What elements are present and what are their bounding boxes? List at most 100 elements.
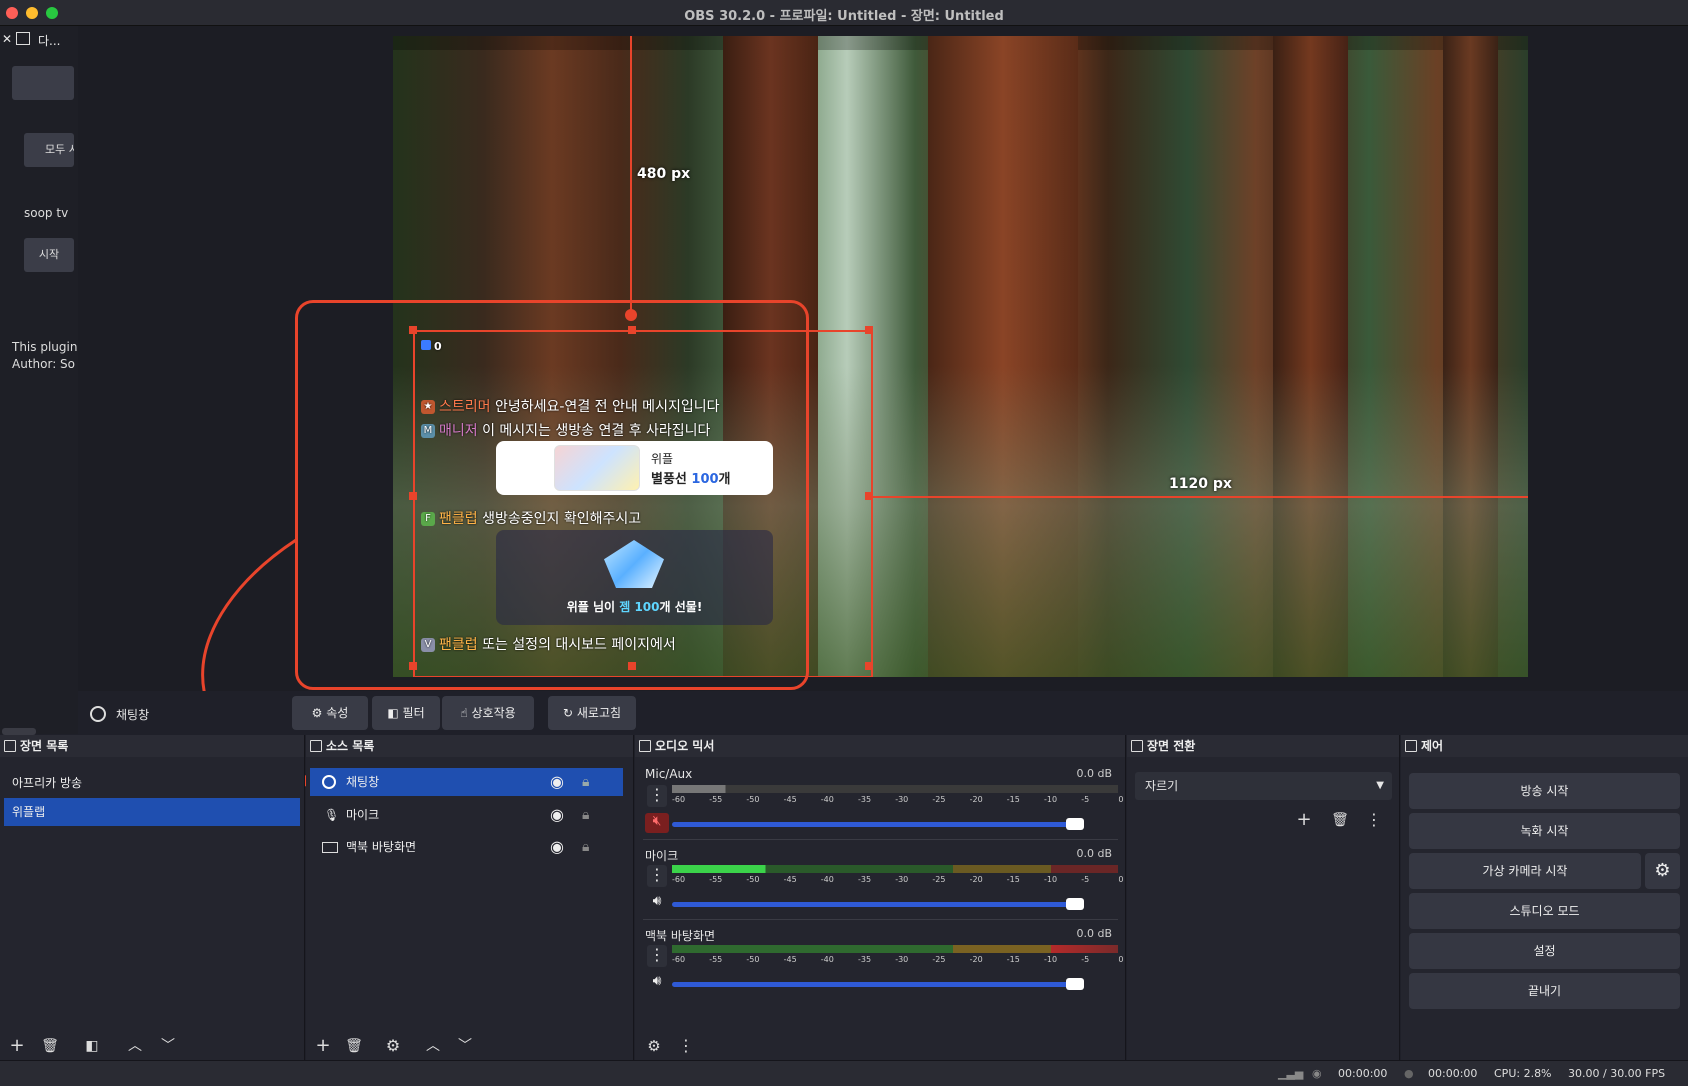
channel-name: 마이크 [645, 849, 679, 863]
channel-menu-icon[interactable]: ⋮ [647, 785, 667, 807]
filters-button[interactable]: ◧ 필터 [372, 696, 440, 730]
record-time: 00:00:00 [1428, 1067, 1478, 1080]
meter-tick-label: -10 [1044, 795, 1058, 804]
properties-button[interactable]: ⚙ 속성 [292, 696, 368, 730]
remove-scene-button[interactable]: 🗑 [37, 1033, 63, 1059]
network-signal-icon: ▁▃▅ [1278, 1067, 1304, 1080]
remove-transition-button[interactable]: 🗑 [1327, 807, 1353, 833]
cpu-usage: CPU: 2.8% [1494, 1067, 1552, 1080]
meter-tick-label: -30 [895, 795, 909, 804]
meter-tick-label: -55 [709, 875, 723, 884]
studio-mode-button[interactable]: 스튜디오 모드 [1409, 893, 1680, 929]
volume-slider-knob[interactable] [1066, 898, 1084, 910]
volume-meter [672, 945, 1118, 953]
add-transition-button[interactable]: + [1291, 807, 1317, 833]
gear-icon: ⚙ [311, 706, 323, 720]
start-recording-button[interactable]: 녹화 시작 [1409, 813, 1680, 849]
meter-tick-label: -45 [783, 795, 797, 804]
volume-slider-knob[interactable] [1066, 818, 1084, 830]
meter-tick-label: -45 [783, 955, 797, 964]
meter-tick-label: -55 [709, 795, 723, 804]
fps-readout: 30.00 / 30.00 FPS [1568, 1067, 1666, 1080]
interact-button[interactable]: ☝ 상호작용 [442, 696, 534, 730]
volume-slider-track[interactable] [672, 822, 1082, 827]
meter-tick-label: -15 [1006, 795, 1020, 804]
channel-db: 0.0 dB [1076, 767, 1112, 780]
channel-db: 0.0 dB [1076, 847, 1112, 860]
meter-tick-label: 0 [1118, 955, 1124, 964]
meter-tick-label: -10 [1044, 955, 1058, 964]
lock-icon[interactable]: 🔒︎ [582, 768, 589, 796]
advanced-audio-gear-icon[interactable]: ⚙ [641, 1033, 667, 1059]
source-properties-button[interactable]: ⚙ [380, 1033, 406, 1059]
stream-status-icon: ◉ [1312, 1067, 1322, 1080]
meter-tick-label: -30 [895, 875, 909, 884]
scene-item[interactable]: 아프리카 방송 [4, 769, 300, 797]
meter-tick-label: -25 [932, 955, 946, 964]
sources-header: 소스 목록 [306, 735, 633, 757]
move-up-button[interactable]: ︿ [122, 1033, 148, 1059]
transition-select[interactable]: 자르기 ▼ [1135, 772, 1392, 800]
channel-divider [643, 919, 1118, 920]
source-item[interactable]: 🎙︎ 마이크 ◉ 🔒︎ [310, 801, 629, 829]
meter-tick-label: -15 [1006, 955, 1020, 964]
move-down-button[interactable]: ﹀ [452, 1033, 478, 1059]
channel-menu-icon[interactable]: ⋮ [647, 865, 667, 887]
settings-button[interactable]: 설정 [1409, 933, 1680, 969]
muted-speaker-icon[interactable]: 🔇︎ [645, 813, 669, 833]
mixer-header: 오디오 믹서 [635, 735, 1125, 757]
move-down-button[interactable]: ﹀ [155, 1033, 181, 1059]
source-item[interactable]: 맥북 바탕화면 ◉ 🔒︎ [310, 833, 629, 861]
mixer-menu-icon[interactable]: ⋮ [673, 1033, 699, 1059]
scene-filters-button[interactable]: ◧ [79, 1033, 105, 1059]
channel-menu-icon[interactable]: ⋮ [647, 945, 667, 967]
controls-header: 제어 [1401, 735, 1688, 757]
virtual-camera-settings-gear-icon[interactable]: ⚙ [1645, 853, 1680, 889]
remove-source-button[interactable]: 🗑 [341, 1033, 367, 1059]
refresh-icon: ↻ [562, 706, 574, 720]
volume-slider-track[interactable] [672, 902, 1082, 907]
source-toolbar: 채팅창 ⚙ 속성 ◧ 필터 ☝ 상호작용 ↻ 새로고침 [78, 691, 1688, 735]
meter-tick-label: -50 [746, 955, 760, 964]
refresh-label: 새로고침 [576, 706, 622, 720]
meter-tick-label: -55 [709, 955, 723, 964]
start-virtual-camera-button[interactable]: 가상 카메라 시작 [1409, 853, 1641, 889]
scenes-header: 장면 목록 [0, 735, 304, 757]
exit-button[interactable]: 끝내기 [1409, 973, 1680, 1009]
meter-tick-label: -60 [672, 875, 686, 884]
visibility-eye-icon[interactable]: ◉ [550, 833, 564, 861]
sources-panel: 소스 목록 채팅창 ◉ 🔒︎ 🎙︎ 마이크 ◉ 🔒︎ 맥북 바탕화면 ◉ 🔒︎ … [306, 735, 634, 1067]
dock-icon [1405, 740, 1417, 752]
dock-icon [310, 740, 322, 752]
mixer-channel: 맥북 바탕화면 0.0 dB ⋮ -60 -55 -50 -45 -40 -35 -30 -25 -2… [635, 927, 1126, 1011]
selected-source-name: 채팅창 [116, 708, 150, 722]
volume-slider-knob[interactable] [1066, 978, 1084, 990]
dock-icon [4, 740, 16, 752]
controls-panel: 제어 방송 시작 녹화 시작 가상 카메라 시작 ⚙ 스튜디오 모드 설정 끝내… [1401, 735, 1688, 1067]
add-scene-button[interactable]: + [4, 1033, 30, 1059]
visibility-eye-icon[interactable]: ◉ [550, 801, 564, 829]
move-up-button[interactable]: ︿ [420, 1033, 446, 1059]
visibility-eye-icon[interactable]: ◉ [550, 768, 564, 796]
filter-icon: ◧ [387, 706, 399, 720]
chevron-down-icon: ▼ [1376, 780, 1384, 791]
meter-tick-label: -20 [969, 955, 983, 964]
speaker-icon[interactable]: 🔊︎ [645, 893, 669, 913]
lock-icon[interactable]: 🔒︎ [582, 833, 589, 861]
meter-tick-label: -5 [1081, 875, 1090, 884]
start-streaming-button[interactable]: 방송 시작 [1409, 773, 1680, 809]
volume-slider-track[interactable] [672, 982, 1082, 987]
properties-label: 속성 [326, 706, 349, 720]
meter-tick-label: 0 [1118, 875, 1124, 884]
scene-item[interactable]: 위플랩 [4, 798, 300, 826]
refresh-button[interactable]: ↻ 새로고침 [548, 696, 636, 730]
speaker-icon[interactable]: 🔊︎ [645, 973, 669, 993]
transition-menu-icon[interactable]: ⋮ [1361, 807, 1387, 833]
audio-mixer-panel: 오디오 믹서 Mic/Aux 0.0 dB ⋮ -60 -55 -50 -45 -40 -35-… [635, 735, 1126, 1067]
display-capture-icon [322, 842, 338, 853]
add-source-button[interactable]: + [310, 1033, 336, 1059]
transitions-header: 장면 전환 [1127, 735, 1399, 757]
source-item[interactable]: 채팅창 ◉ 🔒︎ [310, 768, 623, 796]
lock-icon[interactable]: 🔒︎ [582, 801, 589, 829]
scenes-panel: 장면 목록 아프리카 방송 위플랩 + 🗑 ◧ ︿ ﹀ [0, 735, 305, 1067]
